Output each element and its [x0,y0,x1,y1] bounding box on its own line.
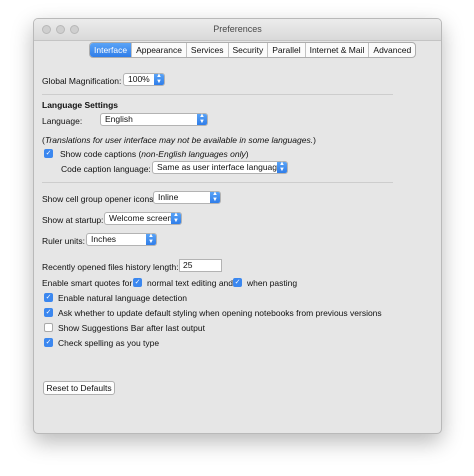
chevron-updown-icon: ▲ ▼ [146,233,156,245]
chevron-updown-icon: ▲ ▼ [171,212,181,224]
ruler-units-value: Inches [91,234,117,244]
window-title: Preferences [213,24,262,34]
language-select[interactable]: English ▲ ▼ [100,113,208,126]
ruler-units-label: Ruler units: [42,236,85,246]
history-length-label: Recently opened files history length: [42,262,179,272]
smart-quotes-editing-label: normal text editing and [147,278,233,288]
tab-advanced[interactable]: Advanced [369,43,415,57]
translation-note: (Translations for user interface may not… [42,135,316,145]
cell-group-icons-value: Inline [158,192,179,202]
tab-parallel[interactable]: Parallel [268,43,306,57]
preferences-tab-bar: Interface Appearance Services Security P… [89,42,417,58]
show-code-captions-checkbox[interactable]: ✓ [44,149,53,158]
language-label: Language: [42,116,83,126]
tab-appearance[interactable]: Appearance [132,43,187,57]
smart-quotes-pasting-label: when pasting [247,278,298,288]
natural-language-label: Enable natural language detection [58,293,188,303]
smart-quotes-editing-checkbox[interactable]: ✓ [133,278,142,287]
chevron-updown-icon: ▲ ▼ [154,73,164,85]
smart-quotes-pasting-checkbox[interactable]: ✓ [233,278,242,287]
spell-check-label: Check spelling as you type [58,338,160,348]
suggestions-bar-checkbox[interactable] [44,323,53,332]
language-value: English [105,114,133,124]
cell-group-icons-label: Show cell group opener icons: [42,194,156,204]
natural-language-checkbox[interactable]: ✓ [44,293,53,302]
caption-language-label: Code caption language: [61,164,151,174]
cell-group-icons-select[interactable]: Inline ▲ ▼ [153,191,221,204]
title-bar: Preferences [34,19,441,41]
tab-security[interactable]: Security [229,43,269,57]
startup-value: Welcome screen [109,213,173,223]
preferences-window: Preferences Interface Appearance Service… [33,18,442,434]
startup-select[interactable]: Welcome screen ▲ ▼ [104,212,182,225]
chevron-updown-icon: ▲ ▼ [197,113,207,125]
startup-label: Show at startup: [42,215,104,225]
caption-language-value: Same as user interface language [157,162,282,172]
divider [42,94,393,95]
history-length-field[interactable]: 25 [179,259,222,272]
magnification-label: Global Magnification: [42,76,122,86]
ruler-units-select[interactable]: Inches ▲ ▼ [86,233,157,246]
update-styling-checkbox[interactable]: ✓ [44,308,53,317]
update-styling-label: Ask whether to update default styling wh… [58,308,382,318]
tab-internet-mail[interactable]: Internet & Mail [306,43,370,57]
caption-language-select[interactable]: Same as user interface language ▲ ▼ [152,161,288,174]
chevron-updown-icon: ▲ ▼ [277,161,287,173]
smart-quotes-label: Enable smart quotes for [42,278,133,288]
language-settings-heading: Language Settings [42,100,119,110]
magnification-select[interactable]: 100% ▲ ▼ [123,73,165,86]
tab-services[interactable]: Services [187,43,229,57]
suggestions-bar-label: Show Suggestions Bar after last output [58,323,205,333]
reset-to-defaults-button[interactable]: Reset to Defaults [43,381,115,395]
tab-interface[interactable]: Interface [90,43,133,57]
magnification-value: 100% [128,74,150,84]
show-code-captions-label: Show code captions (non-English language… [60,149,249,159]
spell-check-checkbox[interactable]: ✓ [44,338,53,347]
chevron-updown-icon: ▲ ▼ [210,191,220,203]
divider [42,182,393,183]
